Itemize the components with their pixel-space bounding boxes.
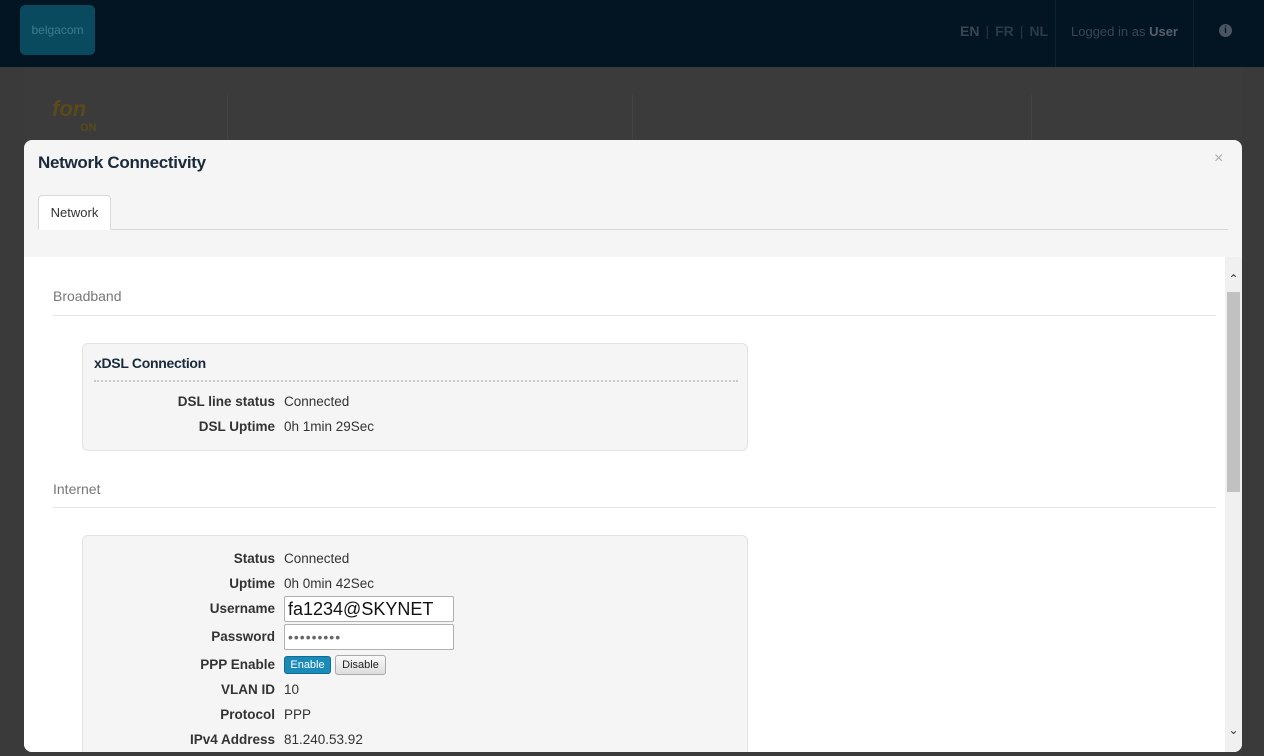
- lang-fr[interactable]: FR: [995, 23, 1014, 39]
- modal-title: Network Connectivity: [38, 153, 206, 172]
- language-switcher: EN | FR | NL: [960, 23, 1048, 39]
- field-label: Uptime: [229, 576, 275, 591]
- field-value: 10: [284, 682, 300, 697]
- header-divider: [1055, 0, 1056, 67]
- logged-in-prefix: Logged in as: [1071, 24, 1146, 39]
- section-rule: [53, 315, 1216, 316]
- modal-content: Broadband xDSL Connection DSL line statu…: [24, 257, 1242, 752]
- row-vlan-id: VLAN ID 10: [83, 680, 749, 700]
- logo-text: belgacom: [31, 23, 84, 37]
- field-value: 0h 0min 42Sec: [284, 576, 375, 591]
- lang-separator: |: [1019, 23, 1024, 39]
- field-value: PPP: [284, 707, 312, 722]
- logged-in-label: Logged in as User: [1071, 24, 1178, 39]
- row-dsl-line-status: DSL line status Connected: [83, 392, 749, 412]
- bg-divider: [632, 95, 633, 140]
- field-value: Connected: [284, 551, 350, 566]
- section-title-internet: Internet: [53, 481, 101, 497]
- lang-separator: |: [985, 23, 990, 39]
- field-label: Protocol: [220, 707, 275, 722]
- field-label: DSL line status: [177, 394, 275, 409]
- info-icon[interactable]: i: [1219, 24, 1232, 37]
- field-label: Status: [233, 551, 275, 566]
- row-uptime: Uptime 0h 0min 42Sec: [83, 574, 749, 594]
- bg-divider: [227, 95, 228, 140]
- field-label: PPP Enable: [200, 657, 275, 672]
- field-label: DSL Uptime: [198, 419, 275, 434]
- enable-button[interactable]: Enable: [284, 656, 331, 674]
- logged-in-user: User: [1149, 24, 1178, 39]
- password-input[interactable]: [284, 624, 454, 650]
- scroll-down-icon[interactable]: ⌄: [1225, 722, 1242, 739]
- username-input[interactable]: [284, 596, 454, 622]
- section-rule: [53, 507, 1216, 508]
- fon-logo: fon: [52, 96, 87, 121]
- close-button[interactable]: ×: [1214, 150, 1223, 168]
- scrollbar-thumb[interactable]: [1227, 292, 1240, 492]
- scroll-up-icon[interactable]: ⌃: [1225, 271, 1242, 288]
- xdsl-card: xDSL Connection DSL line status Connecte…: [82, 343, 748, 451]
- field-value: Connected: [284, 394, 350, 409]
- belgacom-logo[interactable]: belgacom: [20, 5, 95, 55]
- tab-divider: [38, 229, 1228, 230]
- field-label: Password: [211, 629, 275, 644]
- row-ppp-enable: PPP Enable: [83, 655, 749, 675]
- row-ipv4-address: IPv4 Address 81.240.53.92: [83, 730, 749, 750]
- bg-divider: [1031, 95, 1032, 140]
- card-title-xdsl: xDSL Connection: [94, 355, 206, 371]
- field-label: IPv4 Address: [189, 732, 275, 747]
- row-protocol: Protocol PPP: [83, 705, 749, 725]
- card-divider: [94, 380, 738, 382]
- internet-card: Status Connected Uptime 0h 0min 42Sec Us…: [82, 535, 748, 752]
- field-label: VLAN ID: [221, 682, 275, 697]
- network-connectivity-modal: Network Connectivity × Network Broadband…: [24, 140, 1242, 752]
- lang-nl[interactable]: NL: [1029, 23, 1048, 39]
- disable-button[interactable]: Disable: [335, 655, 386, 675]
- row-dsl-uptime: DSL Uptime 0h 1min 29Sec: [83, 417, 749, 437]
- lang-en[interactable]: EN: [960, 23, 979, 39]
- top-bar: belgacom EN | FR | NL Logged in as User i: [0, 0, 1264, 67]
- tab-network[interactable]: Network: [38, 195, 111, 230]
- section-title-broadband: Broadband: [53, 288, 122, 304]
- field-label: Username: [209, 601, 275, 616]
- fon-on-label: ON: [80, 122, 97, 134]
- field-value: 0h 1min 29Sec: [284, 419, 375, 434]
- header-divider: [1193, 0, 1194, 67]
- content-scrollbar[interactable]: ⌃ ⌄: [1225, 257, 1242, 752]
- field-value: 81.240.53.92: [284, 732, 363, 747]
- row-status: Status Connected: [83, 549, 749, 569]
